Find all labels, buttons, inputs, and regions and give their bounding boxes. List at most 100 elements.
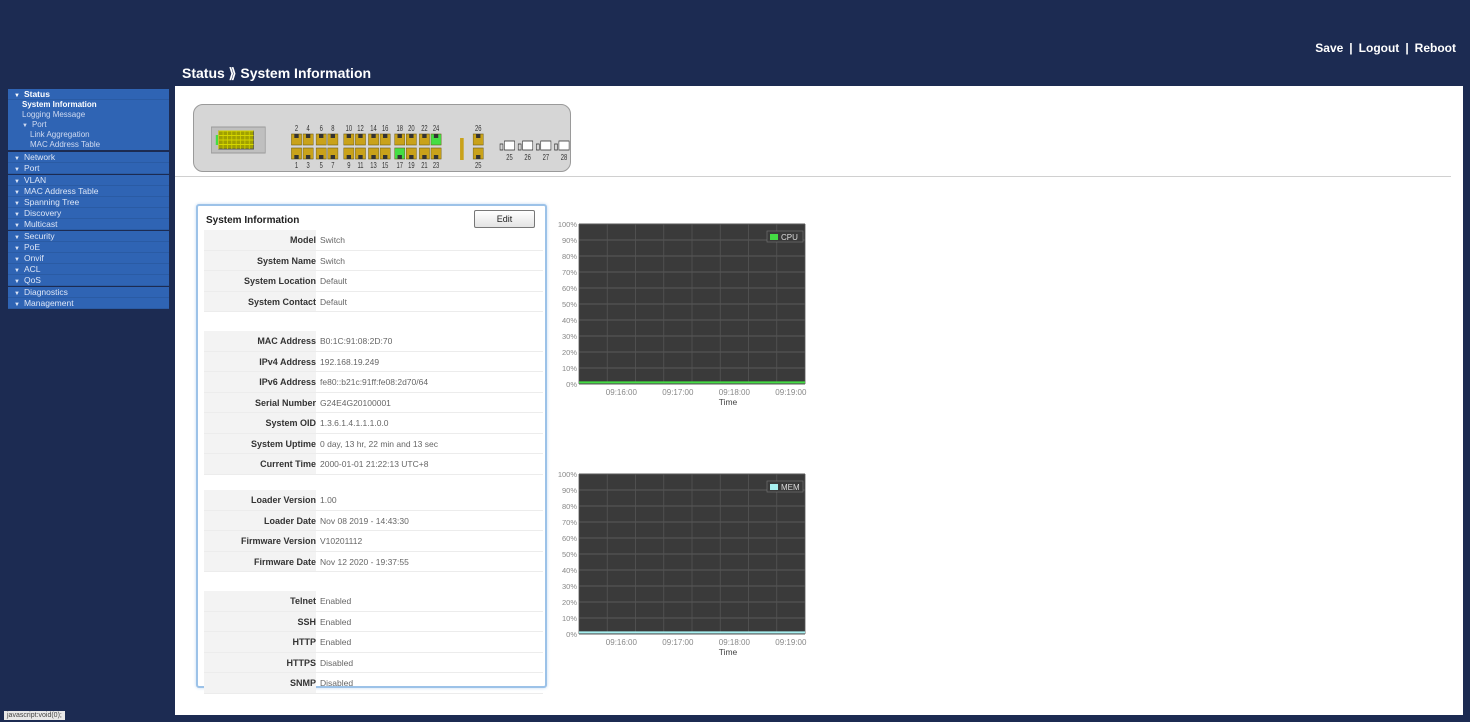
port-label: 19 <box>408 162 415 170</box>
port-label: 17 <box>396 162 403 170</box>
expand-arrow-icon: ▼ <box>14 201 20 207</box>
port-label: 5 <box>320 162 323 170</box>
sidebar-subitem-logging-message[interactable]: Logging Message <box>8 110 169 121</box>
sidebar-item-status[interactable]: ▼ Status <box>8 89 169 100</box>
info-row-telnet: Telnet Enabled <box>204 591 543 612</box>
info-row-loader-date: Loader Date Nov 08 2019 - 14:43:30 <box>204 510 543 531</box>
info-row-https: HTTPS Disabled <box>204 652 543 673</box>
info-label: System Location <box>243 276 316 286</box>
sidebar-item-multicast[interactable]: ▼ Multicast <box>8 219 169 231</box>
sidebar-item-spanning-tree[interactable]: ▼ Spanning Tree <box>8 197 169 208</box>
sfp-port-28[interactable] <box>558 140 570 151</box>
sidebar-subitem-label: System Information <box>22 100 97 110</box>
sidebar-item-onvif[interactable]: ▼ Onvif <box>8 253 169 264</box>
y-tick-label: 20% <box>562 598 577 607</box>
header-links: Save | Logout | Reboot <box>1315 41 1456 55</box>
sidebar-subitem-port[interactable]: ▼ Port <box>8 120 169 131</box>
port-notch <box>422 134 427 138</box>
info-group: Loader Version 1.00 Loader Date Nov 08 2019… <box>204 490 543 572</box>
y-tick-label: 80% <box>562 502 577 511</box>
info-row-ipv6-address: IPv6 Address fe80::b21c:91ff:fe08:2d70/64 <box>204 372 543 393</box>
sidebar-item-label: VLAN <box>23 174 47 185</box>
port-label: 25 <box>475 162 482 170</box>
info-row-firmware-version: Firmware Version V10201112 <box>204 531 543 552</box>
info-label: HTTPS <box>286 657 316 668</box>
port-notch <box>409 134 414 138</box>
sidebar-item-acl[interactable]: ▼ ACL <box>8 264 169 276</box>
y-tick-label: 70% <box>562 268 577 277</box>
port-label: 10 <box>346 125 353 133</box>
sidebar-subitem-mac-address-table[interactable]: MAC Address Table <box>8 140 169 151</box>
info-group: Telnet Enabled SSH Enabled HTTP Enabled HTTPS D… <box>204 591 543 694</box>
sidebar-item-discovery[interactable]: ▼ Discovery <box>8 208 169 220</box>
info-label: SSH <box>297 616 316 627</box>
sidebar-item-port[interactable]: ▼ Port <box>8 163 169 175</box>
port-label: 14 <box>370 125 377 133</box>
link-separator: | <box>1349 41 1353 55</box>
sfp-port-27[interactable] <box>540 140 552 151</box>
sidebar-item-security[interactable]: ▼ Security <box>8 230 169 242</box>
sidebar-item-management[interactable]: ▼ Management <box>8 297 169 309</box>
port-label: 26 <box>475 125 482 133</box>
y-tick-label: 50% <box>562 550 577 559</box>
sidebar-item-label: MAC Address Table <box>23 185 99 196</box>
expand-arrow-icon: ▼ <box>14 279 20 286</box>
sidebar-item-label: Onvif <box>23 253 44 263</box>
sidebar-item-label: ACL <box>23 264 41 275</box>
info-group: Model Switch System Name Switch System Locat… <box>204 230 543 312</box>
sidebar-subitem-system-information[interactable]: System Information <box>8 100 169 111</box>
sidebar-item-diagnostics[interactable]: ▼ Diagnostics <box>8 286 169 298</box>
x-tick-label: 09:17:00 <box>662 388 694 397</box>
port-notch <box>294 134 299 138</box>
port-notch <box>358 155 363 159</box>
sidebar-item-poe[interactable]: ▼ PoE <box>8 241 169 253</box>
info-value: G24E4G20100001 <box>320 397 391 408</box>
top-banner: Save | Logout | Reboot Status ⟫ System Infor… <box>0 0 1470 86</box>
port-panel-graphic: 2 4 6 8 10 12 14 16 18 20 22 241 3 5 7 9 11 13 15 17 19 21 232… <box>211 125 570 170</box>
info-row-model: Model Switch <box>204 230 543 251</box>
info-row-system-oid: System OID 1.3.6.1.4.1.1.1.0.0 <box>204 413 543 434</box>
main-content: 2 4 6 8 10 12 14 16 18 20 22 24 1 3 5 7 9 11 13 15 17 19 21 23 2… <box>175 86 1463 715</box>
port-label: 9 <box>347 162 350 170</box>
sfp-port-26[interactable] <box>522 140 534 151</box>
edit-button[interactable]: Edit <box>474 210 535 228</box>
y-tick-label: 80% <box>562 252 577 261</box>
sidebar-item-label: Port <box>23 163 40 174</box>
save-link[interactable]: Save <box>1315 41 1343 55</box>
system-information-panel: System Information Edit Model Switch Syste… <box>196 204 547 694</box>
port-label: 23 <box>433 162 440 170</box>
info-row-current-time: Current Time 2000-01-01 21:22:13 UTC+8 <box>204 454 543 475</box>
reboot-link[interactable]: Reboot <box>1415 41 1456 55</box>
expand-arrow-icon: ▼ <box>14 93 20 99</box>
logout-link[interactable]: Logout <box>1359 41 1400 55</box>
info-value: Nov 12 2020 - 19:37:55 <box>320 556 409 567</box>
legend-label: CPU <box>781 233 798 242</box>
sidebar-item-label: PoE <box>23 241 41 252</box>
sidebar-item-network[interactable]: ▼ Network <box>8 152 169 164</box>
sfp-led <box>536 143 540 151</box>
port-notch <box>319 155 324 159</box>
sidebar-item-mac-address-table[interactable]: ▼ MAC Address Table <box>8 185 169 197</box>
sidebar-subitem-link-aggregation[interactable]: Link Aggregation <box>8 130 169 141</box>
expand-arrow-icon: ▼ <box>14 268 20 275</box>
memory-chart-svg: 0% 10% 20% 30% 40% 50% 60% 70% 80% 90% 100% 09:16:0… <box>558 470 807 657</box>
sidebar-item-label: Diagnostics <box>23 286 68 297</box>
sidebar-item-vlan[interactable]: ▼ VLAN <box>8 174 169 186</box>
y-tick-label: 40% <box>562 566 577 575</box>
info-value: Default <box>320 276 347 286</box>
sfp-label: 26 <box>524 154 531 162</box>
info-row-system-contact: System Contact Default <box>204 291 543 312</box>
port-notch <box>330 155 336 159</box>
port-label: 6 <box>320 125 323 133</box>
expand-arrow-icon: ▼ <box>14 245 20 252</box>
sfp-port-25[interactable] <box>504 140 515 151</box>
port-notch <box>358 134 363 138</box>
port-label: 12 <box>357 125 364 133</box>
sidebar-item-label: Spanning Tree <box>23 197 80 207</box>
info-row-ssh: SSH Enabled <box>204 611 543 632</box>
port-label: 21 <box>421 162 428 170</box>
info-label: Loader Date <box>263 515 316 526</box>
legend-label: MEM <box>781 483 800 492</box>
info-row-ipv4-address: IPv4 Address 192.168.19.249 <box>204 351 543 372</box>
sidebar-item-qos[interactable]: ▼ QoS <box>8 275 169 287</box>
